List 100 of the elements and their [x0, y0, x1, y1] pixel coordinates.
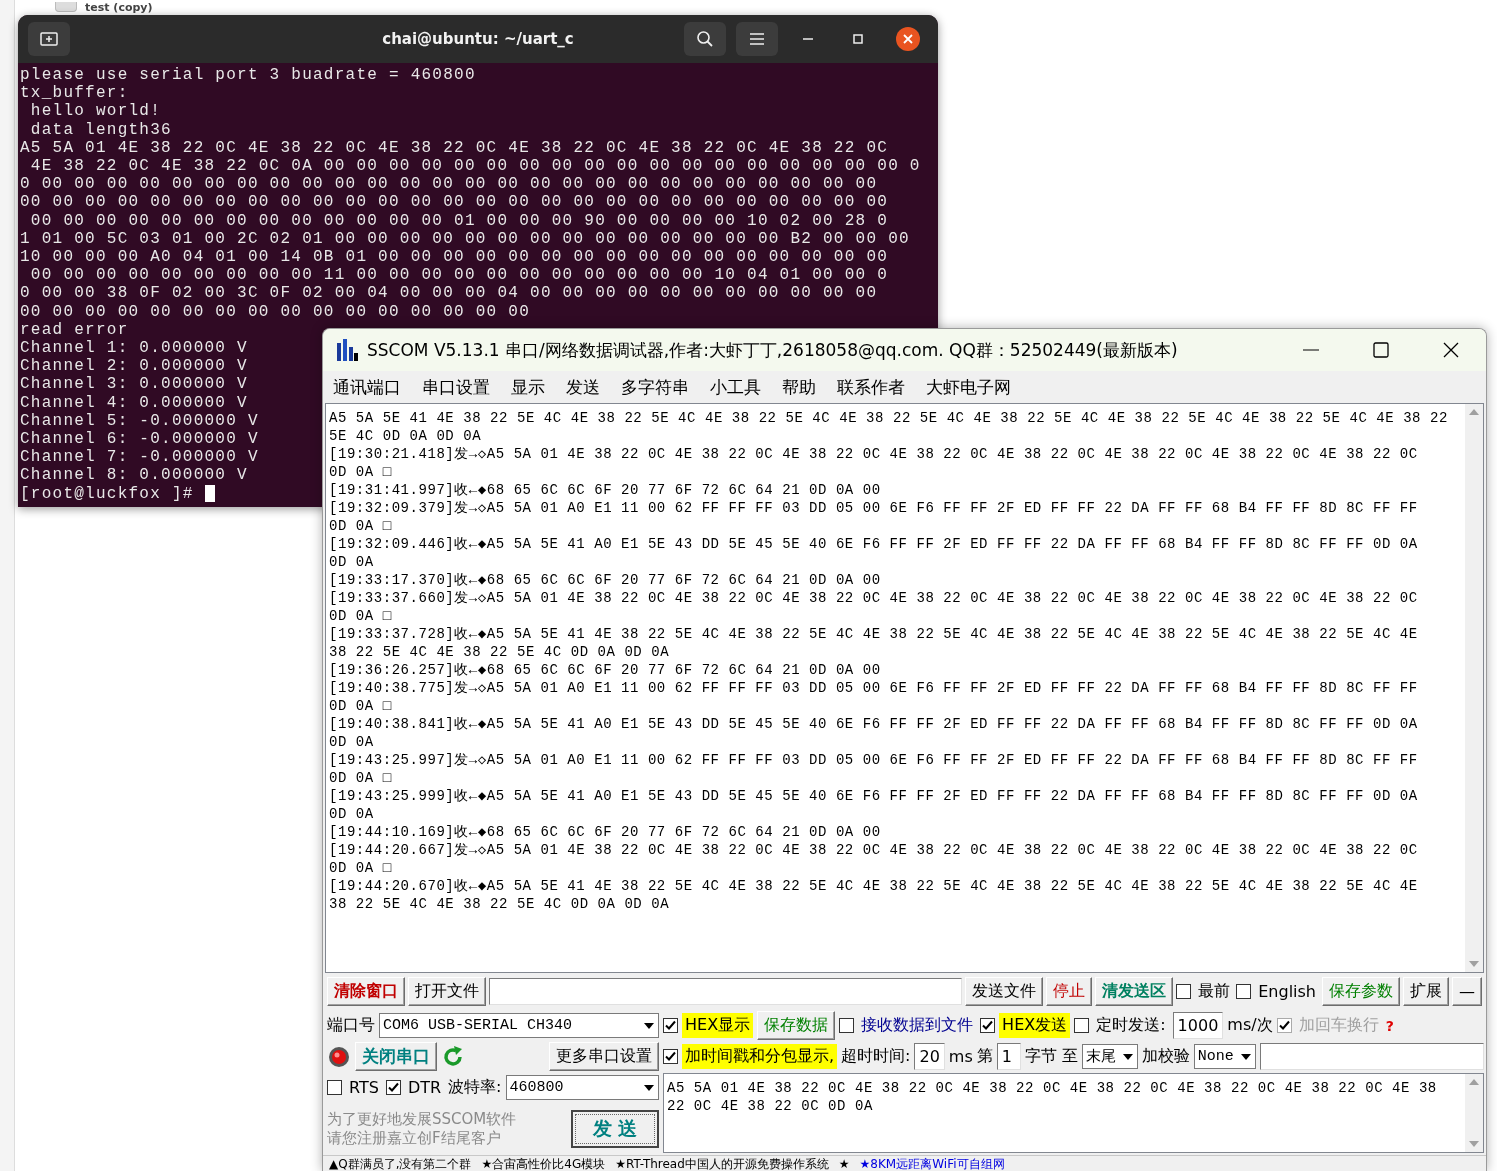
minimize-icon: [1303, 349, 1319, 351]
toolbar-button[interactable]: 保存参数: [1322, 976, 1400, 1006]
status-text[interactable]: ★: [838, 1156, 850, 1171]
checkbox-label: 定时发送:: [1095, 1014, 1167, 1036]
close-button[interactable]: [896, 27, 920, 51]
field-label: 超时时间:: [841, 1046, 911, 1067]
field-label: 加校验: [1141, 1046, 1190, 1067]
open-port-button[interactable]: 关闭串口: [355, 1042, 437, 1071]
checkbox[interactable]: [1176, 983, 1192, 999]
dropdown-field[interactable]: COM6 USB-SERIAL CH340: [379, 1013, 659, 1038]
checkbox[interactable]: [1236, 983, 1252, 999]
checkbox-label: RTS: [348, 1077, 380, 1099]
terminal-line: please use serial port 3 buadrate = 460800: [20, 66, 476, 85]
terminal-line: 00 00 00 00 00 00 00 00 00 00 00 00 00 00 00 00: [20, 302, 531, 321]
checkbox-label: 最前: [1197, 979, 1232, 1002]
help-mark[interactable]: ?: [1385, 1017, 1394, 1034]
log-line: [19:32:09.379]发→◇A5 5A 01 A0 E1 11 00 62 FF FF FF 03 DD 05 00 6E F6 FF FF 2F ED FF FF 22 DA FF FF 68 B4 FF FF 8D 8C FF FF: [329, 499, 1418, 517]
terminal-line: 00 00 00 00 00 00 00 00 00 00 00 00 00 01 00 00 00 90 00 00 00 00 10 02 00 28 0: [29, 211, 889, 230]
caret-icon: [1121, 1052, 1134, 1061]
status-text[interactable]: ★合宙高性价比4G模块: [481, 1156, 606, 1171]
indicator-light-icon: [327, 1044, 351, 1069]
toolbar-button[interactable]: —: [1452, 976, 1482, 1006]
input-field[interactable]: [489, 977, 963, 1005]
log-line: [19:44:20.670]收←◆A5 5A 5E 41 4E 38 22 5E 4C 4E 38 22 5E 4C 4E 38 22 5E 4C 4E 38 22 5E 4C 4E 38 22 5E 4C 4E 38 22 5E 4C 4E: [329, 877, 1418, 895]
menu-item[interactable]: 发送: [566, 375, 600, 399]
checkbox[interactable]: [980, 1018, 996, 1033]
terminal-line: Channel 2: 0.000000 V: [20, 357, 248, 376]
field-label: 字节 至: [1024, 1046, 1078, 1067]
dropdown-field[interactable]: None: [1193, 1044, 1256, 1069]
toolbar-button[interactable]: 清除窗口: [327, 976, 405, 1006]
terminal-line: 00 00 00 00 00 00 00 00 00 00 00 00 00 00 00 00 00 00 00 00 00 00 00 00 00 00 00: [20, 193, 889, 212]
log-line: [19:33:17.370]收←◆68 65 6C 6C 6F 20 77 6F 72 6C 64 21 0D 0A 00: [329, 571, 881, 589]
checkbox-label: HEX发送: [999, 1013, 1071, 1038]
log-line: [19:33:37.728]收←◆A5 5A 5E 41 4E 38 22 5E 4C 4E 38 22 5E 4C 4E 38 22 5E 4C 4E 38 22 5E 4C 4E 38 22 5E 4C 4E 38 22 5E 4C 4E: [329, 625, 1418, 643]
checkbox-label: 接收数据到文件: [860, 1014, 975, 1036]
checkbox-label: DTR: [406, 1077, 443, 1099]
log-line: 0D 0A □: [329, 769, 392, 787]
input-field[interactable]: [1259, 1043, 1484, 1070]
send-input-area[interactable]: A5 5A 01 4E 38 22 0C 4E 38 22 0C 4E 38 22 0C 4E 38 22 0C 4E 38 22 0C 4E 38 22 0C 4E 38 22 0C 4E 38 22 0C 0D 0A: [663, 1073, 1484, 1153]
terminal-line: 10 00 00 00 A0 04 01 00 14 0B 01 00 00 00 00 00 00 00 00 00 00 00 00 00 00 00 00: [20, 248, 889, 267]
menu-item[interactable]: 多字符串: [621, 375, 689, 399]
send-button[interactable]: 发 送: [571, 1109, 659, 1148]
menu-item[interactable]: 大虾电子网: [926, 375, 1011, 399]
menu-item[interactable]: 通讯端口: [333, 375, 401, 399]
minimize-icon: [803, 38, 813, 40]
menu-item[interactable]: 小工具: [710, 375, 761, 399]
log-line: 0D 0A □: [329, 517, 392, 535]
terminal-line: data length36: [29, 120, 172, 139]
refresh-icon[interactable]: [441, 1044, 465, 1069]
checkbox[interactable]: [327, 1080, 342, 1095]
terminal-line: 0 00 00 00 00 00 00 00 00 00 00 00 00 00 00 00 00 00 00 00 00 00 00 00 00 00 00: [20, 175, 878, 194]
new-tab-icon: [40, 32, 58, 46]
menu-item[interactable]: 串口设置: [422, 375, 490, 399]
checkbox[interactable]: [385, 1080, 401, 1095]
toolbar-button[interactable]: 发送文件: [965, 976, 1044, 1006]
checkbox[interactable]: [663, 1018, 678, 1033]
toolbar-button[interactable]: 停止: [1046, 976, 1093, 1006]
log-line: [19:36:26.257]收←◆68 65 6C 6C 6F 20 77 6F 72 6C 64 21 0D 0A 00: [329, 661, 881, 679]
more-settings-button[interactable]: 更多串口设置: [549, 1042, 659, 1071]
checkbox[interactable]: [663, 1049, 678, 1064]
menu-icon: [749, 33, 765, 45]
terminal-line: 00 00 00 00 00 00 00 00 00 11 00 00 00 00 00 00 00 00 00 00 00 10 04 01 00 00 0: [29, 266, 889, 285]
toolbar-button[interactable]: 保存数据: [757, 1011, 836, 1040]
terminal-line: Channel 4: 0.000000 V: [20, 393, 248, 412]
input-field[interactable]: 1: [996, 1043, 1021, 1070]
status-text[interactable]: ★8KM远距离WiFi可自组网: [859, 1156, 1005, 1171]
menu-item[interactable]: 联系作者: [837, 375, 905, 399]
terminal-line: Channel 5: -0.000000 V: [20, 411, 259, 431]
dropdown-field[interactable]: 末尾: [1081, 1044, 1138, 1069]
log-line: [19:40:38.841]收←◆A5 5A 5E 41 A0 E1 5E 43 DD 5E 45 5E 40 6E F6 FF FF 2F ED FF FF 22 DA FF FF 68 B4 FF FF 8D 8C FF FF 0D 0A: [329, 715, 1418, 733]
log-line: 38 22 5E 4C 4E 38 22 5E 4C 0D 0A 0D 0A: [329, 895, 670, 913]
maximize-icon: [1373, 342, 1389, 358]
log-line: [19:33:37.660]发→◇A5 5A 01 4E 38 22 0C 4E 38 22 0C 4E 38 22 0C 4E 38 22 0C 4E 38 22 0C 4E 38 22 0C 4E 38 22 0C 4E 38 22 0C: [329, 589, 1418, 607]
toolbar-button[interactable]: 打开文件: [408, 976, 486, 1006]
log-line: [19:30:21.418]发→◇A5 5A 01 4E 38 22 0C 4E 38 22 0C 4E 38 22 0C 4E 38 22 0C 4E 38 22 0C 4E 38 22 0C 4E 38 22 0C 4E 38 22 0C: [329, 445, 1418, 463]
terminal-line: Channel 8: 0.000000 V: [20, 466, 248, 485]
dropdown-field[interactable]: 460800: [505, 1075, 659, 1100]
log-line: 0D 0A: [329, 805, 374, 823]
checkbox-label: HEX显示: [682, 1013, 754, 1038]
status-text[interactable]: ★RT-Thread中国人的开源免费操作系统: [615, 1156, 829, 1171]
log-line: [19:44:20.667]发→◇A5 5A 01 4E 38 22 0C 4E 38 22 0C 4E 38 22 0C 4E 38 22 0C 4E 38 22 0C 4E 38 22 0C 4E 38 22 0C 4E 38 22 0C: [329, 841, 1418, 859]
checkbox[interactable]: [1074, 1018, 1090, 1033]
notice-text: 请您注册嘉立创F结尾客户: [327, 1128, 502, 1148]
input-field[interactable]: 20: [914, 1043, 945, 1070]
terminal-line: A5 5A 01 4E 38 22 0C 4E 38 22 0C 4E 38 22 0C 4E 38 22 0C 4E 38 22 0C 4E 38 22 0C: [20, 138, 889, 157]
maximize-icon: [853, 34, 863, 44]
menu-button[interactable]: [736, 22, 778, 56]
toolbar-button[interactable]: 清发送区: [1095, 976, 1174, 1006]
new-tab-button[interactable]: [28, 22, 70, 56]
terminal-line: tx_buffer:: [20, 84, 129, 103]
input-field[interactable]: 1000: [1172, 1012, 1224, 1039]
search-button[interactable]: [684, 22, 726, 56]
window-title: SSCOM V5.13.1 串口/网络数据调试器,作者:大虾丁丁,2618058@qq.com. QQ群：52502449(最新版本): [367, 338, 1179, 362]
toolbar-button[interactable]: 扩展: [1403, 976, 1449, 1006]
menu-item[interactable]: 显示: [511, 375, 545, 399]
file-label[interactable]: test (copy): [85, 0, 153, 14]
menu-item[interactable]: 帮助: [782, 375, 816, 399]
text-cursor: [204, 485, 215, 503]
checkbox[interactable]: [839, 1018, 855, 1033]
status-text[interactable]: ▲Q群满员了,没有第二个群: [329, 1156, 472, 1171]
